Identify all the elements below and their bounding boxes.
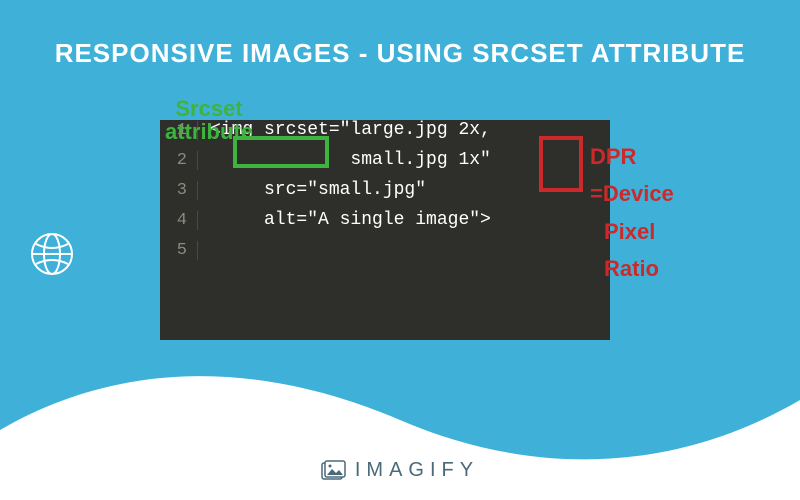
code-text: src="small.jpg" <box>210 180 426 200</box>
globe-icon <box>28 230 76 278</box>
line-number: 2 <box>160 151 198 170</box>
code-line: 4 alt="A single image"> <box>160 210 610 240</box>
code-text <box>210 240 221 260</box>
brand-icon <box>321 460 347 482</box>
page-title: RESPONSIVE IMAGES - USING SRCSET ATTRIBU… <box>0 0 800 69</box>
dpr-highlight-box <box>539 136 583 192</box>
srcset-highlight-box <box>233 136 329 168</box>
line-number: 5 <box>160 241 198 260</box>
code-line: 5 <box>160 240 610 270</box>
line-number: 4 <box>160 211 198 230</box>
brand-text: IMAGIFY <box>355 459 479 482</box>
brand-logo: IMAGIFY <box>0 459 800 482</box>
line-number: 3 <box>160 181 198 200</box>
dpr-annotation-label: DPR =Device Pixel Ratio <box>590 138 674 288</box>
code-text: alt="A single image"> <box>210 210 491 230</box>
